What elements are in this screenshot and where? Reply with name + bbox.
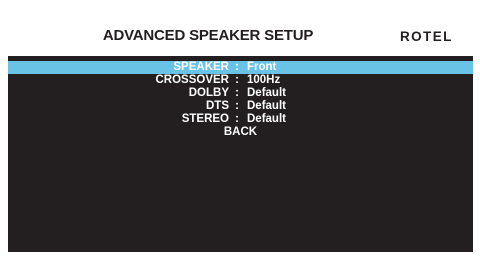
menu-item-label: CROSSOVER <box>155 74 230 86</box>
menu-item-value: 100Hz <box>247 74 281 86</box>
menu-item-separator: : <box>235 61 239 73</box>
menu-item-separator: : <box>235 87 239 99</box>
menu-item-label: STEREO <box>181 113 229 125</box>
menu-item-value: Default <box>247 100 286 112</box>
osd-screen: ADVANCED SPEAKER SETUP ROTEL SPEAKER : F… <box>8 8 473 252</box>
menu-item-speaker[interactable]: SPEAKER : Front <box>8 61 473 74</box>
menu-item-dolby[interactable]: DOLBY : Default <box>8 87 473 100</box>
menu-item-dts[interactable]: DTS : Default <box>8 100 473 113</box>
menu-item-label: DTS <box>206 100 229 112</box>
speaker-setup-menu: SPEAKER : Front CROSSOVER : 100Hz DOLBY … <box>8 61 473 139</box>
menu-item-separator: : <box>235 100 239 112</box>
menu-item-stereo[interactable]: STEREO : Default <box>8 113 473 126</box>
page-title: ADVANCED SPEAKER SETUP <box>102 27 314 44</box>
menu-item-label: DOLBY <box>188 87 229 99</box>
menu-item-label: SPEAKER <box>173 61 229 73</box>
menu-item-crossover[interactable]: CROSSOVER : 100Hz <box>8 74 473 87</box>
menu-item-value: Default <box>247 87 286 99</box>
menu-item-value: Default <box>247 113 286 125</box>
menu-item-separator: : <box>235 113 239 125</box>
header-bar: ADVANCED SPEAKER SETUP ROTEL <box>8 8 473 56</box>
menu-item-back[interactable]: BACK <box>8 126 473 139</box>
menu-item-value: Front <box>247 61 277 73</box>
menu-item-separator: : <box>235 74 239 86</box>
rotel-logo: ROTEL <box>400 29 453 44</box>
back-button[interactable]: BACK <box>8 126 473 139</box>
